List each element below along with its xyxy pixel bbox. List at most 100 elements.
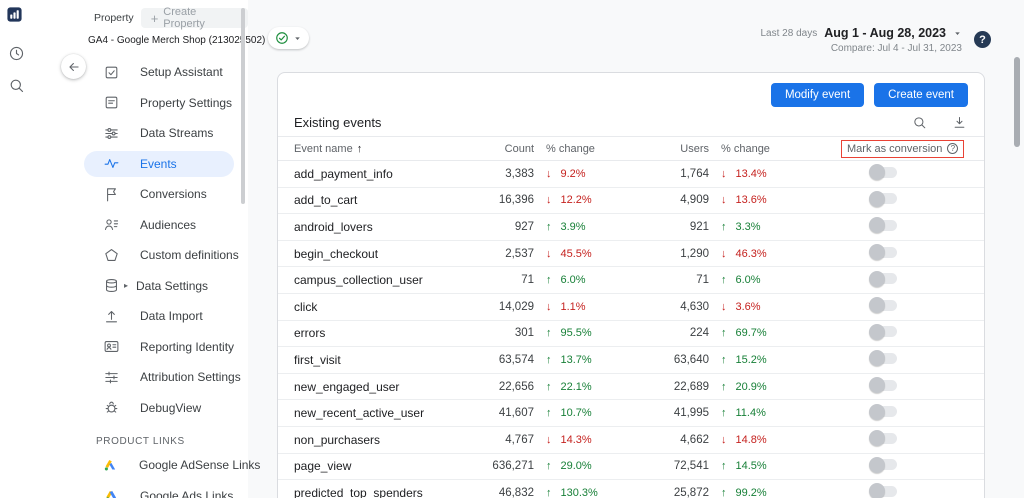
count-change: ↑ 3.9%	[546, 220, 586, 233]
search-icon[interactable]	[7, 76, 25, 94]
main-scrollbar[interactable]	[1014, 57, 1020, 147]
check-circle-icon	[275, 31, 289, 45]
event-name: page_view	[294, 459, 352, 474]
sidebar-item-adsense-links[interactable]: Google AdSense Links	[32, 450, 260, 481]
conversion-toggle-cell	[819, 350, 968, 367]
event-users: 4,909	[680, 194, 709, 207]
plus-icon: +	[150, 10, 159, 26]
sidebar-item-conversions[interactable]: Conversions	[32, 179, 248, 210]
download-icon[interactable]	[950, 114, 968, 132]
arrow-left-icon	[68, 62, 79, 71]
event-users: 4,630	[680, 300, 709, 313]
event-count: 63,574	[498, 353, 534, 366]
analytics-logo[interactable]	[5, 5, 23, 23]
sidebar-item-data-streams[interactable]: Data Streams	[32, 118, 248, 149]
conversion-toggle-cell	[819, 456, 968, 473]
date-range-selector[interactable]: Last 28 days Aug 1 - Aug 28, 2023 Compar…	[760, 26, 962, 54]
sidebar-item-label: Custom definitions	[140, 248, 239, 263]
id-card-icon	[102, 338, 120, 356]
count-change: ↓ 14.3%	[546, 433, 592, 446]
sidebar-item-custom-definitions[interactable]: Custom definitions	[32, 240, 248, 271]
sidebar-item-data-settings[interactable]: ▸ Data Settings	[32, 271, 248, 302]
help-button[interactable]: ?	[974, 31, 991, 48]
sidebar-item-property-settings[interactable]: Property Settings	[32, 88, 248, 119]
event-count: 927	[514, 220, 534, 233]
column-event-name[interactable]: Event name ↑	[294, 143, 464, 155]
toggle-knob	[869, 244, 885, 261]
mark-as-conversion-toggle[interactable]	[869, 456, 897, 473]
upload-icon	[102, 307, 120, 325]
arrow-down-icon: ↓	[721, 433, 727, 446]
mark-as-conversion-toggle[interactable]	[869, 377, 897, 394]
event-users: 63,640	[673, 353, 709, 366]
conversion-toggle-cell	[819, 403, 968, 420]
arrow-down-icon: ↓	[546, 300, 552, 313]
sidebar-item-reporting-identity[interactable]: Reporting Identity	[32, 332, 248, 363]
create-event-button[interactable]: Create event	[874, 83, 968, 107]
product-links-label: PRODUCT LINKS	[96, 436, 185, 447]
arrow-up-icon: ↑	[721, 486, 727, 498]
event-name: predicted_top_spenders	[294, 485, 423, 498]
events-icon	[102, 155, 120, 173]
toggle-knob	[869, 297, 885, 314]
sidebar-item-label: Data Import	[140, 309, 203, 324]
arrow-up-icon: ↑	[546, 274, 552, 287]
table-row: campus_collection_user 71 ↑ 6.0% 71 ↑ 6.0%	[278, 267, 984, 294]
mark-as-conversion-toggle[interactable]	[869, 164, 897, 181]
table-row: first_visit 63,574 ↑ 13.7% 63,640 ↑ 15.2%	[278, 347, 984, 374]
arrow-up-icon: ↑	[546, 327, 552, 340]
toggle-knob	[869, 483, 885, 498]
arrow-down-icon: ↓	[721, 167, 727, 180]
event-count: 71	[521, 274, 534, 287]
users-change: ↑ 69.7%	[721, 327, 767, 340]
mark-as-conversion-toggle[interactable]	[869, 270, 897, 287]
sidebar-item-attribution-settings[interactable]: Attribution Settings	[32, 362, 248, 393]
conversion-toggle-cell	[819, 430, 968, 447]
event-users: 1,764	[680, 167, 709, 180]
sidebar-item-events[interactable]: Events	[32, 149, 248, 180]
arrow-down-icon: ↓	[546, 167, 552, 180]
column-mark-as-conversion: Mark as conversion ?	[819, 139, 968, 158]
conversion-toggle-cell	[819, 297, 968, 314]
count-change: ↑ 95.5%	[546, 327, 592, 340]
column-count-change: % change	[546, 142, 595, 155]
toggle-knob	[869, 164, 885, 181]
mark-as-conversion-toggle[interactable]	[869, 350, 897, 367]
mark-as-conversion-toggle[interactable]	[869, 297, 897, 314]
sidebar-item-audiences[interactable]: Audiences	[32, 210, 248, 241]
collection-status-dropdown[interactable]	[268, 27, 309, 49]
event-users: 71	[696, 274, 709, 287]
arrow-down-icon: ↓	[546, 247, 552, 260]
sidebar-item-ads-links[interactable]: Google Ads Links	[32, 481, 248, 498]
sidebar-scrollbar[interactable]	[241, 8, 245, 204]
property-selector[interactable]: GA4 - Google Merch Shop (213025502)	[32, 35, 265, 46]
mark-as-conversion-toggle[interactable]	[869, 244, 897, 261]
event-count: 16,396	[498, 194, 534, 207]
arrow-down-icon: ↓	[546, 194, 552, 207]
search-icon[interactable]	[910, 114, 928, 132]
sidebar-item-debugview[interactable]: DebugView	[32, 393, 248, 424]
help-circle-icon[interactable]: ?	[947, 143, 959, 154]
date-compare-value: Compare: Jul 4 - Jul 31, 2023	[830, 43, 962, 54]
create-property-button[interactable]: + Create Property	[140, 6, 248, 30]
mark-as-conversion-toggle[interactable]	[869, 323, 897, 340]
modify-event-button[interactable]: Modify event	[770, 83, 865, 107]
table-row: new_engaged_user 22,656 ↑ 22.1% 22,689 ↑ 20.9%	[278, 374, 984, 401]
back-button[interactable]	[61, 54, 86, 79]
recent-activity-icon[interactable]	[7, 44, 25, 62]
conversion-toggle-cell	[819, 377, 968, 394]
mark-as-conversion-toggle[interactable]	[869, 430, 897, 447]
mark-as-conversion-toggle[interactable]	[869, 217, 897, 234]
arrow-down-icon: ↓	[546, 433, 552, 446]
mark-as-conversion-toggle[interactable]	[869, 190, 897, 207]
mark-as-conversion-toggle[interactable]	[869, 403, 897, 420]
users-change: ↑ 14.5%	[721, 460, 767, 473]
arrow-up-icon: ↑	[546, 353, 552, 366]
arrow-up-icon: ↑	[721, 327, 727, 340]
table-row: add_to_cart 16,396 ↓ 12.2% 4,909 ↓ 13.6%	[278, 188, 984, 215]
sidebar-item-data-import[interactable]: Data Import	[32, 301, 248, 332]
count-change: ↓ 9.2%	[546, 167, 586, 180]
mark-as-conversion-toggle[interactable]	[869, 483, 897, 498]
event-count: 41,607	[498, 407, 534, 420]
count-change: ↓ 12.2%	[546, 194, 592, 207]
